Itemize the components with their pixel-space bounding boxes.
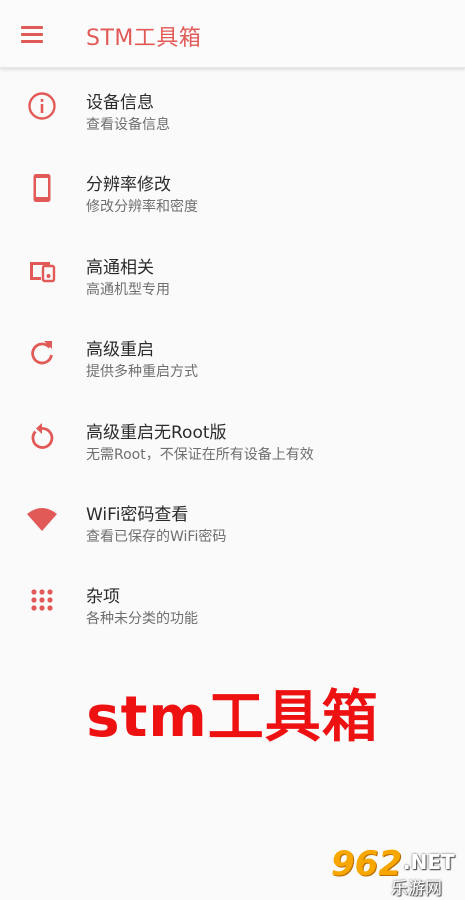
item-subtitle: 查看设备信息 — [86, 117, 170, 133]
app-title: STM工具箱 — [86, 26, 202, 51]
smartphone-icon — [26, 172, 58, 204]
restart-icon — [26, 420, 58, 452]
devices-icon — [26, 255, 58, 287]
info-icon — [26, 90, 58, 122]
app-bar: STM工具箱 — [0, 0, 465, 68]
list-item-advanced-reboot[interactable]: 高级重启 提供多种重启方式 — [0, 315, 465, 397]
item-subtitle: 提供多种重启方式 — [86, 364, 198, 381]
list-item-misc[interactable]: 杂项 各种未分类的功能 — [0, 562, 465, 644]
item-title: 高级重启 — [86, 340, 154, 361]
item-title: 分辨率修改 — [86, 175, 171, 196]
refresh-icon — [26, 337, 58, 369]
watermark-logo: 962 .NET 乐游网 — [329, 844, 459, 899]
apps-grid-icon — [26, 584, 58, 616]
item-title: WiFi密码查看 — [86, 504, 189, 525]
item-subtitle: 查看已保存的WiFi密码 — [86, 528, 227, 545]
wifi-icon — [26, 502, 58, 534]
list-item-device-info[interactable]: 设备信息 查看设备信息 — [0, 68, 465, 150]
tools-list: 设备信息 查看设备信息 分辨率修改 修改分辨率和密度 高通相关 高通机型专用 高… — [0, 68, 465, 645]
list-item-reboot-no-root[interactable]: 高级重启无Root版 无需Root，不保证在所有设备上有效 — [0, 398, 465, 480]
promo-overlay-text: stm工具箱 — [86, 685, 379, 750]
item-title: 设备信息 — [86, 93, 154, 113]
watermark-suffix: .NET — [403, 850, 455, 874]
item-title: 高级重启无Root版 — [86, 422, 227, 443]
item-subtitle: 各种未分类的功能 — [86, 611, 198, 628]
item-subtitle: 无需Root，不保证在所有设备上有效 — [86, 446, 314, 463]
list-item-qualcomm[interactable]: 高通相关 高通机型专用 — [0, 233, 465, 315]
hamburger-menu-icon[interactable] — [21, 24, 45, 44]
item-subtitle: 修改分辨率和密度 — [86, 199, 198, 216]
item-subtitle: 高通机型专用 — [86, 281, 170, 298]
list-item-wifi-password[interactable]: WiFi密码查看 查看已保存的WiFi密码 — [0, 480, 465, 562]
item-title: 杂项 — [86, 587, 120, 608]
item-title: 高通相关 — [86, 257, 154, 278]
list-item-resolution[interactable]: 分辨率修改 修改分辨率和密度 — [0, 150, 465, 232]
watermark-site: 乐游网 — [391, 879, 442, 899]
